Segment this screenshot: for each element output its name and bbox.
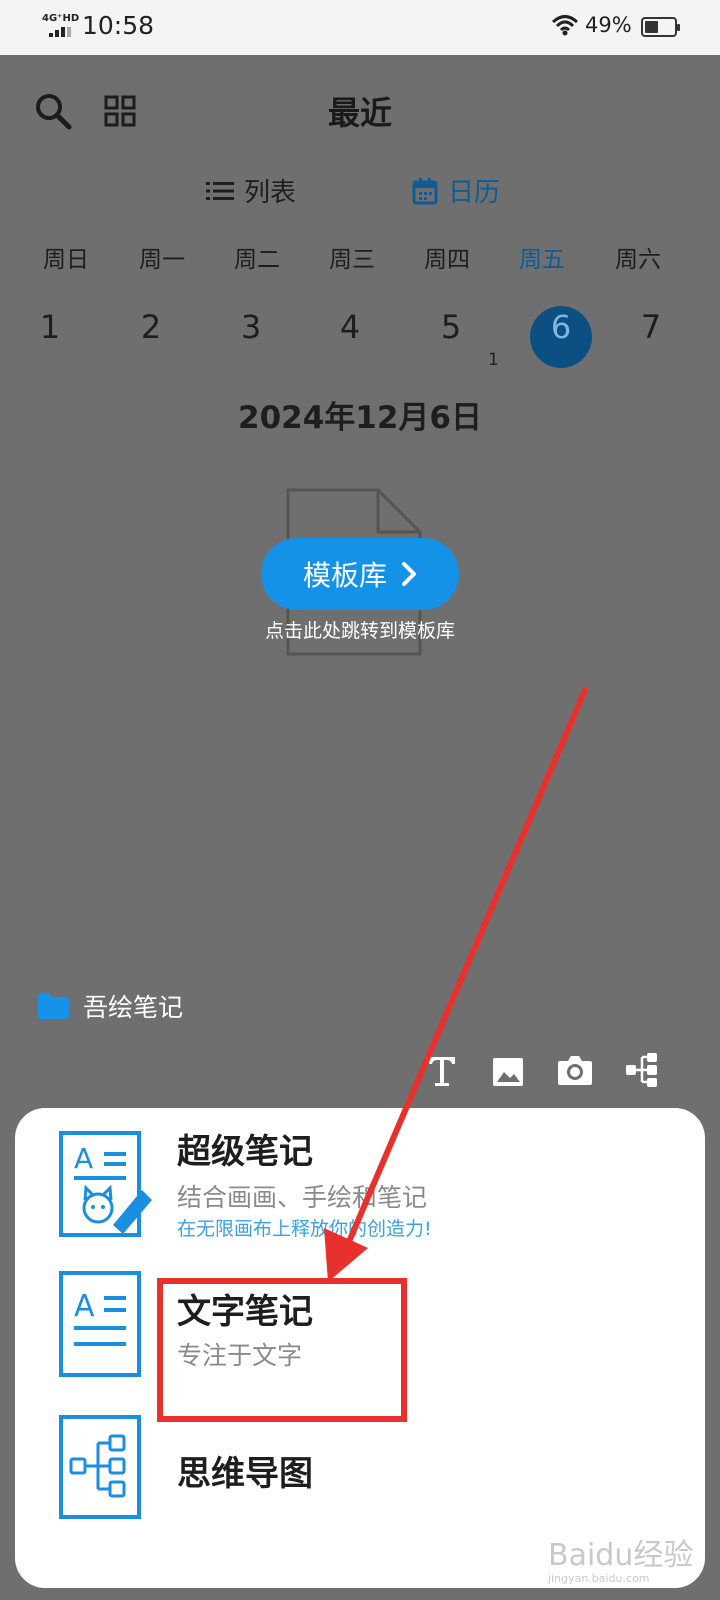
mindmap-icon[interactable] bbox=[625, 1052, 659, 1088]
list-icon bbox=[206, 181, 234, 200]
super-note-subtitle: 结合画画、手绘和笔记 bbox=[177, 1183, 428, 1212]
selected-date: 2024年12月6日 bbox=[238, 400, 482, 436]
calendar-day[interactable]: 4 bbox=[302, 308, 398, 346]
calendar-day-today[interactable]: 6 bbox=[513, 308, 609, 346]
weekday-tue: 周二 bbox=[234, 247, 280, 273]
network-indicator: 4G⁺HD bbox=[42, 13, 80, 24]
tab-list-label: 列表 bbox=[244, 178, 297, 208]
watermark-brand: Baidu经验 bbox=[548, 1538, 694, 1573]
template-hint: 点击此处跳转到模板库 bbox=[264, 620, 455, 642]
watermark-url: jingyan.baidu.com bbox=[548, 1572, 650, 1585]
tab-calendar[interactable]: 日历 bbox=[412, 172, 500, 209]
mind-map-title[interactable]: 思维导图 bbox=[177, 1446, 313, 1495]
template-library-button[interactable]: 模板库 bbox=[261, 538, 459, 610]
template-library-label: 模板库 bbox=[302, 559, 387, 592]
weekday-mon: 周一 bbox=[139, 247, 185, 273]
super-note-icon[interactable]: A bbox=[58, 1130, 154, 1238]
super-note-title[interactable]: 超级笔记 bbox=[177, 1124, 313, 1173]
tab-list[interactable]: 列表 bbox=[206, 172, 296, 209]
calendar-day[interactable]: 5 bbox=[403, 308, 499, 346]
folder-name: 吾绘笔记 bbox=[83, 993, 184, 1022]
text-note-icon[interactable]: A bbox=[58, 1270, 142, 1378]
svg-text:A: A bbox=[74, 1289, 95, 1324]
mind-map-icon[interactable] bbox=[58, 1414, 142, 1520]
weekday-sat: 周六 bbox=[615, 247, 661, 273]
weekday-fri: 周五 bbox=[519, 247, 565, 273]
weekday-wed: 周三 bbox=[329, 247, 375, 273]
clock: 10:58 bbox=[82, 11, 155, 40]
calendar-day[interactable]: 7 bbox=[603, 308, 699, 346]
folder-icon bbox=[38, 993, 69, 1019]
weekday-thu: 周四 bbox=[424, 247, 470, 273]
text-icon[interactable] bbox=[427, 1055, 457, 1087]
battery-percent: 49% bbox=[585, 13, 632, 37]
annotation-highlight-box bbox=[157, 1278, 407, 1422]
svg-text:A: A bbox=[74, 1142, 93, 1175]
note-count-badge: 1 bbox=[488, 350, 499, 370]
calendar-day[interactable]: 3 bbox=[203, 308, 299, 346]
image-icon[interactable] bbox=[492, 1057, 524, 1087]
page-title: 最近 bbox=[327, 94, 392, 132]
signal-icon bbox=[49, 27, 71, 37]
calendar-day[interactable]: 2 bbox=[103, 308, 199, 346]
super-note-tagline: 在无限画布上释放你的创造力! bbox=[177, 1218, 432, 1240]
watermark: Baidu经验 jingyan.baidu.com bbox=[548, 1530, 693, 1585]
camera-icon[interactable] bbox=[557, 1054, 593, 1086]
weekday-sun: 周日 bbox=[43, 247, 89, 273]
wifi-icon bbox=[552, 15, 578, 36]
calendar-icon bbox=[412, 177, 438, 204]
tab-calendar-label: 日历 bbox=[448, 178, 501, 208]
calendar-day[interactable]: 1 bbox=[2, 308, 98, 346]
chevron-right-icon bbox=[402, 562, 416, 586]
battery-icon bbox=[641, 17, 680, 37]
folder-item[interactable]: 吾绘笔记 bbox=[38, 988, 183, 1024]
status-bar: 4G⁺HD 10:58 49% bbox=[0, 0, 720, 55]
